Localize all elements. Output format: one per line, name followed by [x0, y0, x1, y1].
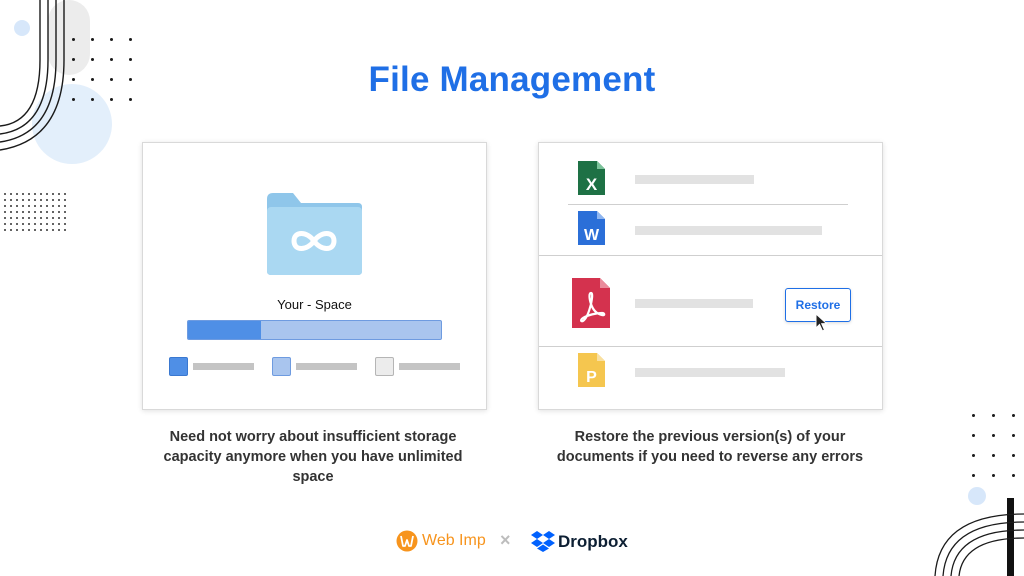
legend-placeholder-line	[399, 363, 460, 370]
times-separator: ×	[500, 530, 511, 550]
file-name-placeholder	[635, 175, 754, 184]
storage-usage-bar	[187, 320, 442, 340]
space-label: Your - Space	[277, 297, 352, 312]
excel-file-icon: X	[578, 161, 605, 195]
legend-placeholder-line	[193, 363, 254, 370]
file-name-placeholder	[635, 368, 785, 377]
webimp-logo-text: Web Imp	[422, 532, 486, 549]
decorative-small-dot-grid	[4, 193, 70, 231]
dropbox-logo-text: Dropbox	[558, 532, 628, 551]
legend-swatch	[169, 357, 188, 376]
legend-swatch	[375, 357, 394, 376]
file-name-placeholder	[635, 299, 753, 308]
unlimited-storage-card: Your - Space	[142, 142, 487, 410]
powerpoint-file-icon: P	[578, 353, 605, 387]
powerpoint-letter: P	[586, 369, 597, 386]
file-name-placeholder	[635, 226, 822, 235]
file-row-excel: X	[539, 143, 882, 205]
mouse-cursor-icon	[815, 313, 828, 332]
folder-infinity-icon	[267, 193, 362, 275]
storage-usage-fill	[188, 321, 262, 339]
dropbox-logo-icon	[531, 531, 555, 552]
storage-caption: Need not worry about insufficient storag…	[163, 429, 463, 485]
excel-letter: X	[586, 175, 598, 194]
word-letter: W	[584, 227, 600, 244]
restore-caption: Restore the previous version(s) of your …	[556, 429, 864, 465]
footer-logos: Web Imp × Dropbox	[0, 528, 1024, 556]
file-row-word: W	[539, 205, 882, 255]
decorative-dot-grid-right	[972, 414, 1024, 477]
pdf-file-icon	[572, 278, 610, 328]
version-restore-card: X W Restore P	[538, 142, 883, 410]
page-title: File Management	[368, 60, 656, 99]
webimp-logo-icon	[396, 530, 418, 552]
file-row-powerpoint: P	[539, 347, 882, 409]
legend-placeholder-line	[296, 363, 357, 370]
word-file-icon: W	[578, 211, 605, 245]
legend-swatch	[272, 357, 291, 376]
